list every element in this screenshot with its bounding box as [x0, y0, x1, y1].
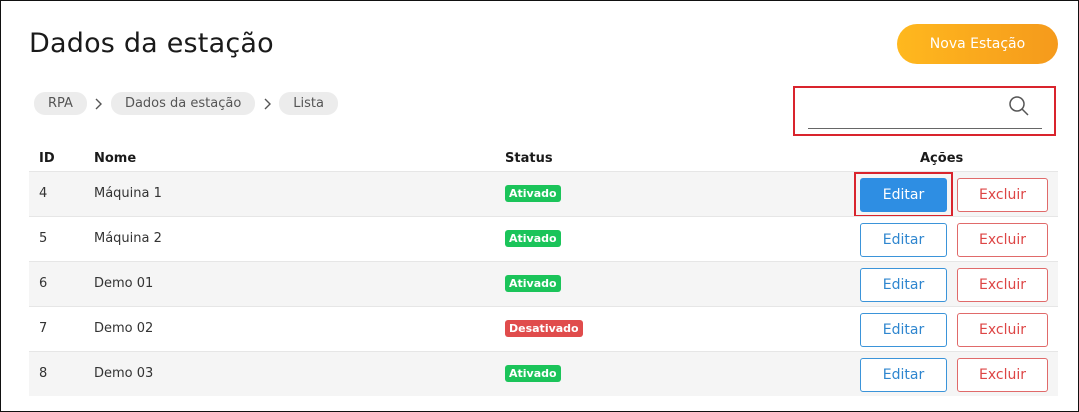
table-row: 6 Demo 01 Ativado Editar Excluir: [29, 261, 1058, 306]
row-name: Máquina 2: [94, 231, 162, 246]
page-frame: Dados da estação Nova Estação RPA Dados …: [0, 0, 1079, 412]
status-badge: Ativado: [505, 230, 561, 247]
column-header-status: Status: [505, 151, 553, 166]
status-badge: Ativado: [505, 185, 561, 202]
row-id: 7: [39, 321, 48, 336]
search-icon[interactable]: [1008, 95, 1030, 121]
column-header-id: ID: [39, 151, 55, 166]
edit-button[interactable]: Editar: [860, 358, 947, 392]
delete-button[interactable]: Excluir: [957, 358, 1048, 392]
column-header-actions: Ações: [920, 151, 964, 166]
delete-button[interactable]: Excluir: [957, 223, 1048, 257]
row-name: Máquina 1: [94, 186, 162, 201]
status-badge: Desativado: [505, 320, 583, 337]
delete-button[interactable]: Excluir: [957, 268, 1048, 302]
search-box-highlight: [793, 86, 1056, 136]
row-name: Demo 03: [94, 366, 154, 381]
search-input[interactable]: [808, 92, 1042, 129]
edit-button[interactable]: Editar: [860, 223, 947, 257]
table-row: 5 Máquina 2 Ativado Editar Excluir: [29, 216, 1058, 261]
row-id: 8: [39, 366, 48, 381]
row-id: 4: [39, 186, 48, 201]
table-row: 4 Máquina 1 Ativado Editar Excluir: [29, 171, 1058, 217]
column-header-name: Nome: [94, 151, 137, 166]
row-id: 5: [39, 231, 48, 246]
edit-button[interactable]: Editar: [860, 178, 947, 212]
chevron-right-icon: [255, 98, 279, 110]
breadcrumb-item-rpa[interactable]: RPA: [34, 92, 87, 115]
chevron-right-icon: [87, 98, 111, 110]
breadcrumb-item-list: Lista: [279, 92, 338, 115]
new-station-button[interactable]: Nova Estação: [897, 24, 1058, 64]
breadcrumb: RPA Dados da estação Lista: [34, 92, 338, 115]
row-name: Demo 02: [94, 321, 154, 336]
delete-button[interactable]: Excluir: [957, 178, 1048, 212]
table-header: ID Nome Status Ações: [29, 149, 1058, 171]
edit-button[interactable]: Editar: [860, 313, 947, 347]
row-id: 6: [39, 276, 48, 291]
delete-button[interactable]: Excluir: [957, 313, 1048, 347]
page-title: Dados da estação: [29, 28, 274, 59]
table-row: 8 Demo 03 Ativado Editar Excluir: [29, 351, 1058, 396]
status-badge: Ativado: [505, 365, 561, 382]
table-body: 4 Máquina 1 Ativado Editar Excluir 5 Máq…: [29, 171, 1058, 396]
breadcrumb-item-station-data[interactable]: Dados da estação: [110, 92, 256, 115]
status-badge: Ativado: [505, 275, 561, 292]
table-row: 7 Demo 02 Desativado Editar Excluir: [29, 306, 1058, 351]
edit-button[interactable]: Editar: [860, 268, 947, 302]
stations-table: ID Nome Status Ações 4 Máquina 1 Ativado…: [29, 149, 1058, 396]
row-name: Demo 01: [94, 276, 154, 291]
